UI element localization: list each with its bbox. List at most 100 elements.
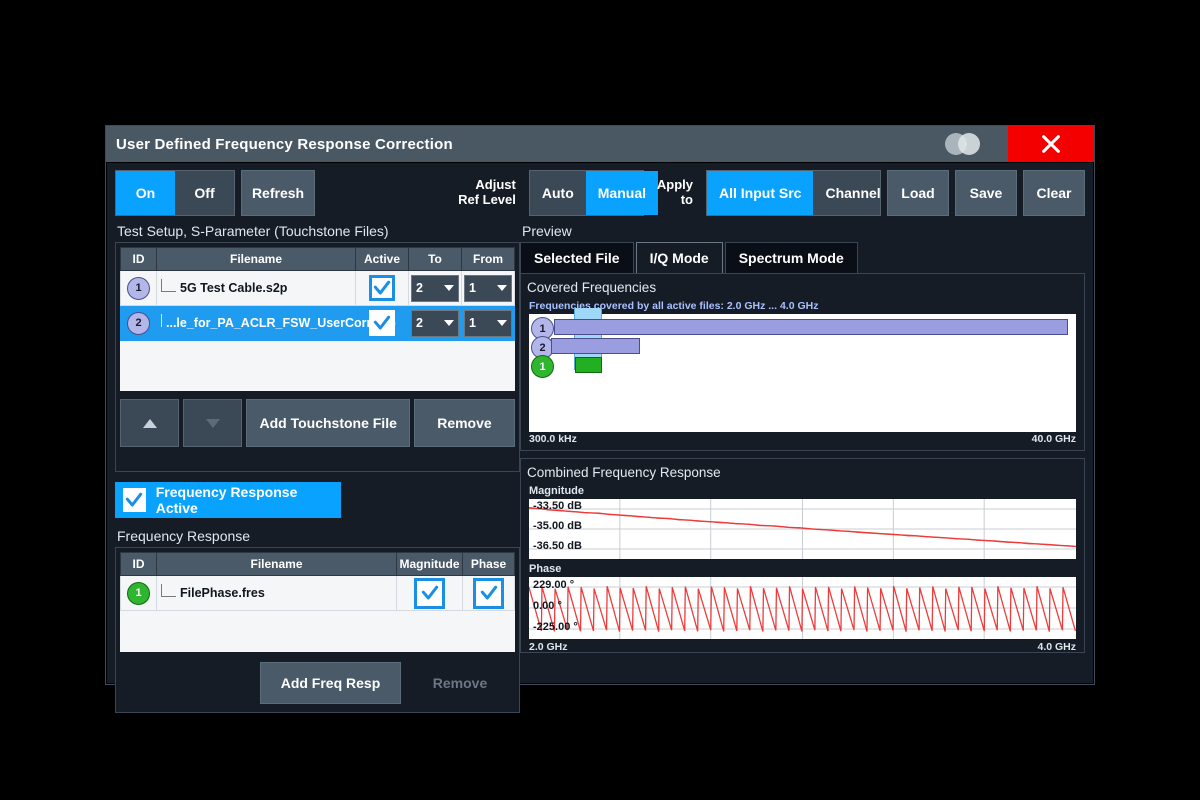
id-badge: 1 bbox=[531, 355, 554, 378]
move-down-button[interactable] bbox=[183, 399, 243, 447]
covered-frequencies-caption: Frequencies covered by all active files:… bbox=[529, 300, 819, 312]
close-button[interactable] bbox=[1008, 126, 1094, 162]
toolbar: On Off Refresh Adjust Ref Level Auto Man… bbox=[115, 170, 1085, 216]
row-phase-cell bbox=[462, 575, 515, 611]
phase-checkbox[interactable] bbox=[473, 577, 504, 609]
phase-plot: 229.00 ° 0.00 ° -225.00 ° bbox=[528, 577, 1077, 639]
covered-x-max: 40.0 GHz bbox=[1031, 433, 1076, 445]
freq-response-table: ID Filename Magnitude Phase 1 FilePhase.… bbox=[120, 552, 515, 611]
remove-touchstone-button[interactable]: Remove bbox=[413, 399, 515, 447]
freq-response-table-wrap: ID Filename Magnitude Phase 1 FilePhase.… bbox=[120, 552, 515, 652]
chevron-down-icon bbox=[444, 285, 454, 291]
covered-frequencies-title: Covered Frequencies bbox=[527, 280, 657, 295]
filename-text: 5G Test Cable.s2p bbox=[180, 281, 288, 295]
load-button[interactable]: Load bbox=[887, 170, 949, 216]
col-active: Active bbox=[355, 247, 409, 271]
covered-axis: 300.0 kHz 40.0 GHz bbox=[529, 433, 1076, 447]
remove-freq-resp-button: Remove bbox=[432, 675, 488, 691]
magnitude-plot: -33.50 dB -35.00 dB -36.50 dB bbox=[528, 499, 1077, 559]
combined-x-min: 2.0 GHz bbox=[529, 641, 568, 653]
move-up-icon bbox=[142, 418, 157, 428]
table-row[interactable]: 1 5G Test Cable.s2p 2 1 bbox=[120, 270, 515, 306]
combined-x-max: 4.0 GHz bbox=[1037, 641, 1076, 653]
tab-iq-mode[interactable]: I/Q Mode bbox=[635, 242, 723, 273]
to-dropdown[interactable]: 2 bbox=[411, 309, 459, 337]
apply-to-group: All Input Src Channel bbox=[706, 170, 881, 216]
apply-to-line1: Apply bbox=[656, 177, 693, 193]
magnitude-y-label-3: -36.50 dB bbox=[533, 540, 582, 552]
col-id: ID bbox=[120, 552, 157, 576]
row-id-cell: 1 bbox=[120, 575, 157, 611]
frequency-response-active-toggle[interactable]: Frequency Response Active bbox=[115, 482, 341, 518]
transparency-toggle-icon[interactable] bbox=[945, 133, 989, 155]
touchstone-frame: ID Filename Active To From 1 5G Test Cab… bbox=[115, 242, 520, 472]
filename-text: FilePhase.fres bbox=[180, 586, 265, 600]
add-touchstone-file-button[interactable]: Add Touchstone File bbox=[246, 399, 410, 447]
covered-frequencies-box: Covered Frequencies Frequencies covered … bbox=[520, 273, 1085, 451]
tree-connector-icon bbox=[161, 278, 176, 292]
from-value: 1 bbox=[469, 281, 476, 295]
dialog-title: User Defined Frequency Response Correcti… bbox=[116, 135, 453, 153]
on-button[interactable]: On bbox=[116, 171, 175, 215]
active-checkbox[interactable] bbox=[369, 310, 395, 336]
touchstone-section-title: Test Setup, S-Parameter (Touchstone File… bbox=[117, 223, 389, 239]
row-active-cell bbox=[355, 270, 409, 306]
magnitude-chart-svg bbox=[528, 499, 1077, 559]
left-column: Test Setup, S-Parameter (Touchstone File… bbox=[115, 223, 520, 713]
freq-response-section-title: Frequency Response bbox=[117, 528, 251, 544]
to-value: 2 bbox=[416, 316, 423, 330]
covered-bar-2 bbox=[550, 338, 641, 354]
phase-chart-svg bbox=[528, 577, 1077, 639]
table-row[interactable]: 2 ...le_for_PA_ACLR_FSW_UserCorr.s2p 2 1 bbox=[120, 305, 515, 341]
all-input-src-button[interactable]: All Input Src bbox=[707, 171, 814, 215]
ref-level-mode-group: Auto Manual bbox=[528, 170, 658, 216]
adjust-ref-level-line1: Adjust bbox=[475, 177, 516, 193]
row-filename-cell[interactable]: FilePhase.fres bbox=[156, 575, 397, 611]
row-filename-cell[interactable]: ...le_for_PA_ACLR_FSW_UserCorr.s2p bbox=[156, 305, 396, 341]
touchstone-button-row: Add Touchstone File Remove bbox=[120, 399, 515, 447]
move-up-button[interactable] bbox=[120, 399, 180, 447]
magnitude-y-label-1: -33.50 dB bbox=[533, 500, 582, 512]
freq-response-frame: ID Filename Magnitude Phase 1 FilePhase.… bbox=[115, 547, 520, 713]
col-id: ID bbox=[120, 247, 157, 271]
frequency-response-active-checkbox[interactable] bbox=[123, 488, 146, 512]
off-button[interactable]: Off bbox=[175, 171, 234, 215]
table-row[interactable]: 1 FilePhase.fres bbox=[120, 575, 515, 611]
col-from: From bbox=[461, 247, 515, 271]
row-filename-cell[interactable]: 5G Test Cable.s2p bbox=[156, 270, 356, 306]
right-column: Preview Selected File I/Q Mode Spectrum … bbox=[520, 223, 1085, 675]
covered-frequencies-plot: 1 2 1 bbox=[529, 308, 1076, 432]
touchstone-header-row: ID Filename Active To From bbox=[120, 247, 515, 271]
phase-y-label-3: -225.00 ° bbox=[533, 621, 578, 633]
row-from-cell: 1 bbox=[461, 305, 515, 341]
active-checkbox[interactable] bbox=[369, 275, 395, 301]
freq-response-header-row: ID Filename Magnitude Phase bbox=[120, 552, 515, 576]
to-dropdown[interactable]: 2 bbox=[411, 274, 459, 302]
tab-selected-file[interactable]: Selected File bbox=[520, 242, 634, 273]
add-freq-resp-button[interactable]: Add Freq Resp bbox=[260, 662, 401, 704]
magnitude-checkbox[interactable] bbox=[414, 577, 445, 609]
row-from-cell: 1 bbox=[461, 270, 515, 306]
freq-response-button-gap bbox=[120, 662, 256, 704]
covered-x-min: 300.0 kHz bbox=[529, 433, 577, 445]
auto-button[interactable]: Auto bbox=[530, 171, 586, 215]
from-value: 1 bbox=[469, 316, 476, 330]
from-dropdown[interactable]: 1 bbox=[464, 274, 512, 302]
clear-button[interactable]: Clear bbox=[1023, 170, 1085, 216]
covered-bar-3 bbox=[574, 357, 603, 373]
refresh-button[interactable]: Refresh bbox=[241, 170, 315, 216]
phase-y-label-1: 229.00 ° bbox=[533, 579, 575, 591]
row-id-cell: 2 bbox=[120, 305, 157, 341]
channel-button[interactable]: Channel bbox=[813, 171, 892, 215]
manual-button[interactable]: Manual bbox=[585, 171, 658, 215]
adjust-ref-level-line2: Ref Level bbox=[458, 192, 516, 207]
tree-connector-icon bbox=[161, 313, 162, 327]
id-badge: 2 bbox=[127, 311, 150, 335]
from-dropdown[interactable]: 1 bbox=[464, 309, 512, 337]
covered-entry-3: 1 bbox=[531, 355, 554, 378]
save-button[interactable]: Save bbox=[955, 170, 1017, 216]
touchstone-table-wrap: ID Filename Active To From 1 5G Test Cab… bbox=[120, 247, 515, 391]
tab-spectrum-mode[interactable]: Spectrum Mode bbox=[724, 242, 858, 273]
dialog-titlebar: User Defined Frequency Response Correcti… bbox=[106, 126, 1094, 162]
